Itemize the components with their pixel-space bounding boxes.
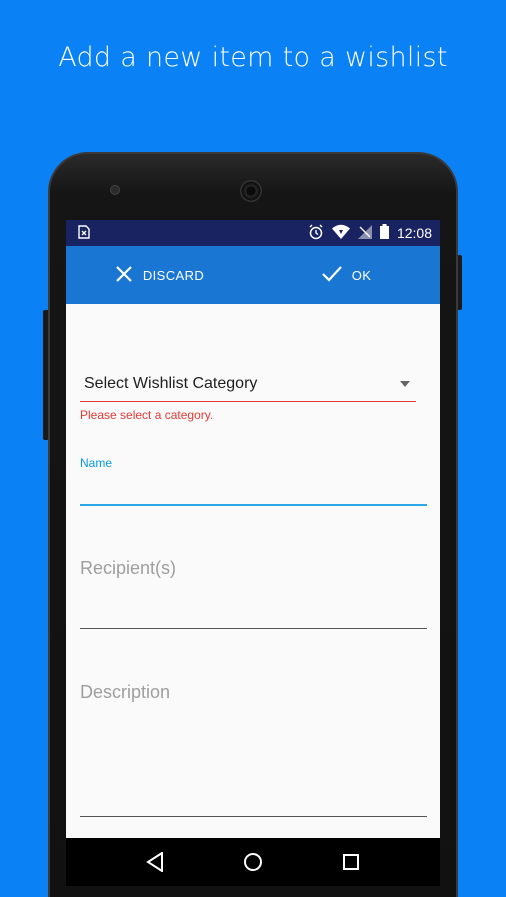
home-button[interactable] bbox=[238, 847, 268, 877]
recipients-underline bbox=[80, 628, 427, 629]
recents-button[interactable] bbox=[336, 847, 366, 877]
name-input[interactable] bbox=[80, 472, 427, 504]
name-input-underline bbox=[80, 504, 427, 506]
phone-screen: 12:08 DISCARD OK Select Wishlist Categor… bbox=[66, 220, 440, 886]
status-bar: 12:08 bbox=[66, 220, 440, 246]
navigation-bar bbox=[66, 838, 440, 886]
dropdown-arrow-icon bbox=[400, 380, 410, 387]
page-headline: Add a new item to a wishlist bbox=[58, 42, 448, 73]
wishlist-item-form: Select Wishlist Category Please select a… bbox=[66, 304, 440, 842]
recipients-input[interactable]: Recipient(s) bbox=[80, 558, 176, 579]
no-signal-icon bbox=[357, 224, 372, 242]
discard-label: DISCARD bbox=[142, 267, 205, 283]
action-bar: DISCARD OK bbox=[66, 246, 440, 304]
recents-square-icon bbox=[343, 854, 359, 870]
description-underline bbox=[80, 816, 427, 817]
description-input[interactable]: Description bbox=[80, 682, 170, 703]
name-label: Name bbox=[80, 456, 113, 470]
back-button[interactable] bbox=[140, 847, 170, 877]
ok-label: OK bbox=[351, 267, 372, 283]
battery-icon bbox=[379, 224, 389, 242]
front-camera bbox=[110, 185, 120, 195]
category-error: Please select a category. bbox=[80, 408, 214, 422]
status-time: 12:08 bbox=[396, 225, 432, 241]
sim-card-icon bbox=[78, 224, 90, 242]
alarm-icon bbox=[308, 224, 324, 243]
back-triangle-icon bbox=[146, 852, 163, 872]
check-icon bbox=[321, 265, 342, 285]
category-select[interactable]: Select Wishlist Category bbox=[80, 366, 416, 402]
discard-button[interactable]: DISCARD bbox=[66, 265, 253, 286]
home-circle-icon bbox=[244, 853, 262, 871]
earpiece-speaker bbox=[240, 180, 262, 202]
category-select-value: Select Wishlist Category bbox=[84, 374, 258, 392]
ok-button[interactable]: OK bbox=[253, 265, 440, 285]
wifi-icon bbox=[331, 224, 350, 242]
close-icon bbox=[115, 265, 133, 286]
